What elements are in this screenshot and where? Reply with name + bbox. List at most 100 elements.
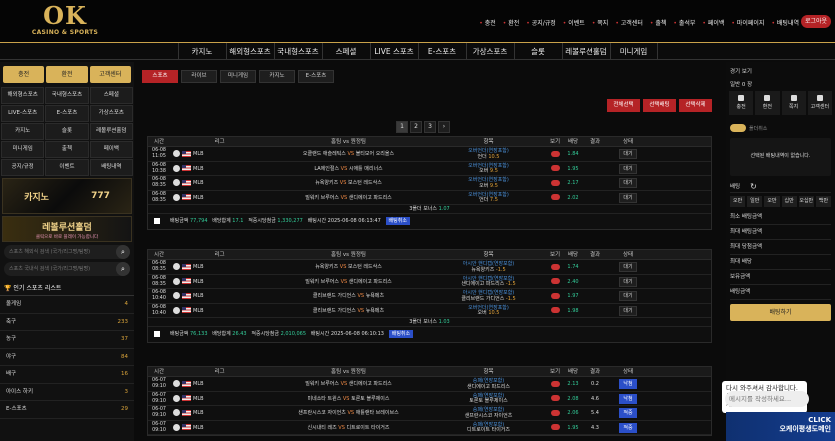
top-menu-mypage[interactable]: 마이페이지 [731, 18, 765, 27]
top-menu-message[interactable]: 쪽지 [592, 18, 608, 27]
eye-icon[interactable] [550, 150, 560, 157]
left-menu-item[interactable]: 페이백 [89, 141, 133, 158]
eye-icon[interactable] [550, 278, 560, 284]
page-3[interactable]: 3 [424, 121, 436, 133]
eye-icon[interactable] [550, 194, 560, 200]
select-checkbox[interactable] [154, 218, 160, 224]
place-bet-button[interactable]: 배팅하기 [730, 304, 831, 321]
right-withdraw-button[interactable]: 환전 [755, 91, 780, 115]
eye-icon[interactable] [550, 263, 560, 270]
holdem-banner[interactable]: 레볼루션홀덤 클릭으로 바로 플레이 가능합니다 [2, 216, 132, 242]
overseas-search-input[interactable]: 스포츠 해외식 검색 (국가/리그명/팀명) ⌕ [4, 245, 130, 259]
left-menu-item[interactable]: 이벤트 [45, 159, 89, 176]
left-menu-item[interactable]: 스페셜 [89, 87, 133, 104]
nav-slot[interactable]: 슬롯 [513, 43, 562, 59]
eye-icon[interactable] [550, 395, 560, 401]
chip-button[interactable]: 일만 [747, 196, 763, 207]
top-menu-withdraw[interactable]: 환전 [503, 18, 519, 27]
delete-selected-button[interactable]: 선택삭제 [679, 99, 712, 112]
cancel-bet-button[interactable]: 배팅취소 [388, 330, 414, 338]
sport-item[interactable]: 아이스 하키 3 [0, 384, 134, 401]
page-1[interactable]: 1 [396, 121, 408, 133]
sport-item[interactable]: 농구 37 [0, 331, 134, 349]
logout-button[interactable]: 로그아웃 [801, 15, 831, 28]
left-menu-item[interactable]: 출첵 [45, 141, 89, 158]
tab-minigame[interactable]: 미니게임 [220, 70, 256, 83]
top-menu-attendance[interactable]: 출석부 [673, 18, 696, 27]
top-menu-support[interactable]: 고객센터 [615, 18, 643, 27]
nav-minigame[interactable]: 미니게임 [609, 43, 658, 59]
nav-casino[interactable]: 카지노 [177, 43, 226, 59]
eye-icon[interactable] [550, 409, 560, 416]
left-menu-item[interactable]: 카지노 [1, 123, 45, 140]
left-menu-item[interactable]: 레볼루션홀덤 [89, 123, 133, 140]
page-next[interactable]: › [438, 121, 450, 133]
casino-slot-banner[interactable]: 카지노 777 [2, 178, 132, 214]
search-icon[interactable]: ⌕ [116, 245, 130, 259]
nav-esports[interactable]: E-스포츠 [417, 43, 466, 59]
sport-item[interactable]: 올게임 4 [0, 296, 134, 314]
left-menu-item[interactable]: 국내형스포츠 [45, 87, 89, 104]
left-menu-item[interactable]: 미니게임 [1, 141, 45, 158]
left-menu-item[interactable]: E-스포츠 [45, 105, 89, 122]
sport-item[interactable]: 배구 16 [0, 366, 134, 384]
domestic-search-input[interactable]: 스포츠 국내식 검색 (국가/리그명/팀명) ⌕ [4, 262, 130, 276]
select-bet-button[interactable]: 선택배팅 [643, 99, 676, 112]
sport-item[interactable]: E-스포츠 29 [0, 401, 134, 419]
chip-button[interactable]: 백만 [815, 196, 832, 207]
left-menu-item[interactable]: 공지/규정 [1, 159, 45, 176]
select-all-button[interactable]: 전체선택 [607, 99, 640, 112]
chip-button[interactable]: 오만 [730, 196, 746, 207]
eye-icon[interactable] [550, 424, 560, 430]
tab-casino[interactable]: 카지노 [259, 70, 295, 83]
folder-cancel-toggle[interactable]: 폴더취소 [730, 124, 831, 132]
right-support-button[interactable]: 고객센터 [807, 91, 832, 115]
nav-virtual-sports[interactable]: 가상스포츠 [465, 43, 514, 59]
eye-icon[interactable] [550, 165, 560, 171]
left-charge-button[interactable]: 충전 [3, 66, 45, 83]
right-charge-button[interactable]: 충전 [729, 91, 754, 115]
sport-item[interactable]: 야구 84 [0, 349, 134, 366]
nav-special[interactable]: 스페셜 [321, 43, 370, 59]
top-menu-notice[interactable]: 공지/규정 [526, 18, 556, 27]
vs-label: VS [340, 278, 348, 285]
tab-sports[interactable]: 스포츠 [142, 70, 178, 83]
chip-button[interactable]: 오만 [764, 196, 780, 207]
nav-holdem[interactable]: 레볼루션홀덤 [561, 43, 610, 59]
left-menu-item[interactable]: 가상스포츠 [89, 105, 133, 122]
refresh-icon[interactable]: ↻ [750, 182, 757, 191]
sport-item[interactable]: 축구 233 [0, 314, 134, 331]
top-menu-history[interactable]: 배팅내역 [771, 18, 799, 27]
page-2[interactable]: 2 [410, 121, 422, 133]
eye-icon[interactable] [550, 380, 560, 387]
right-message-button[interactable]: 쪽지 [781, 91, 806, 115]
chip-button[interactable]: 십만 [781, 196, 797, 207]
col-header: 항목 [483, 139, 494, 145]
chip-button[interactable]: 오십만 [798, 196, 814, 207]
left-menu-item[interactable]: 슬롯 [45, 123, 89, 140]
left-support-button[interactable]: 고객센터 [89, 66, 131, 83]
left-menu-item[interactable]: 해외형스포츠 [1, 87, 45, 104]
logo[interactable]: OK CASINO & SPORTS [30, 3, 100, 37]
left-menu-item[interactable]: 배팅내역 [89, 159, 133, 176]
top-menu-event[interactable]: 이벤트 [563, 18, 585, 27]
nav-overseas-sports[interactable]: 해외형스포츠 [225, 43, 274, 59]
nav-live-sports[interactable]: LIVE 스포츠 [369, 43, 418, 59]
chat-input[interactable]: 메시지를 작성하세요... [725, 391, 809, 407]
nav-domestic-sports[interactable]: 국내형스포츠 [273, 43, 322, 59]
search-icon[interactable]: ⌕ [116, 262, 130, 276]
eye-icon[interactable] [550, 179, 560, 186]
tab-esports[interactable]: E-스포츠 [298, 70, 334, 83]
league-cell: MLB [170, 377, 266, 391]
tab-live[interactable]: 라이브 [181, 70, 217, 83]
domain-banner[interactable]: CLICK 오케이평생도메인 [726, 412, 835, 441]
eye-icon[interactable] [550, 292, 560, 299]
top-menu-payback[interactable]: 페이백 [702, 18, 725, 27]
eye-icon[interactable] [550, 307, 560, 313]
left-withdraw-button[interactable]: 환전 [46, 66, 88, 83]
top-menu-checkin[interactable]: 출첵 [650, 18, 666, 27]
left-menu-item[interactable]: LIVE-스포츠 [1, 105, 45, 122]
top-menu-charge[interactable]: 충전 [479, 18, 496, 27]
select-checkbox[interactable] [154, 331, 160, 337]
cancel-bet-button[interactable]: 배팅취소 [385, 217, 410, 225]
